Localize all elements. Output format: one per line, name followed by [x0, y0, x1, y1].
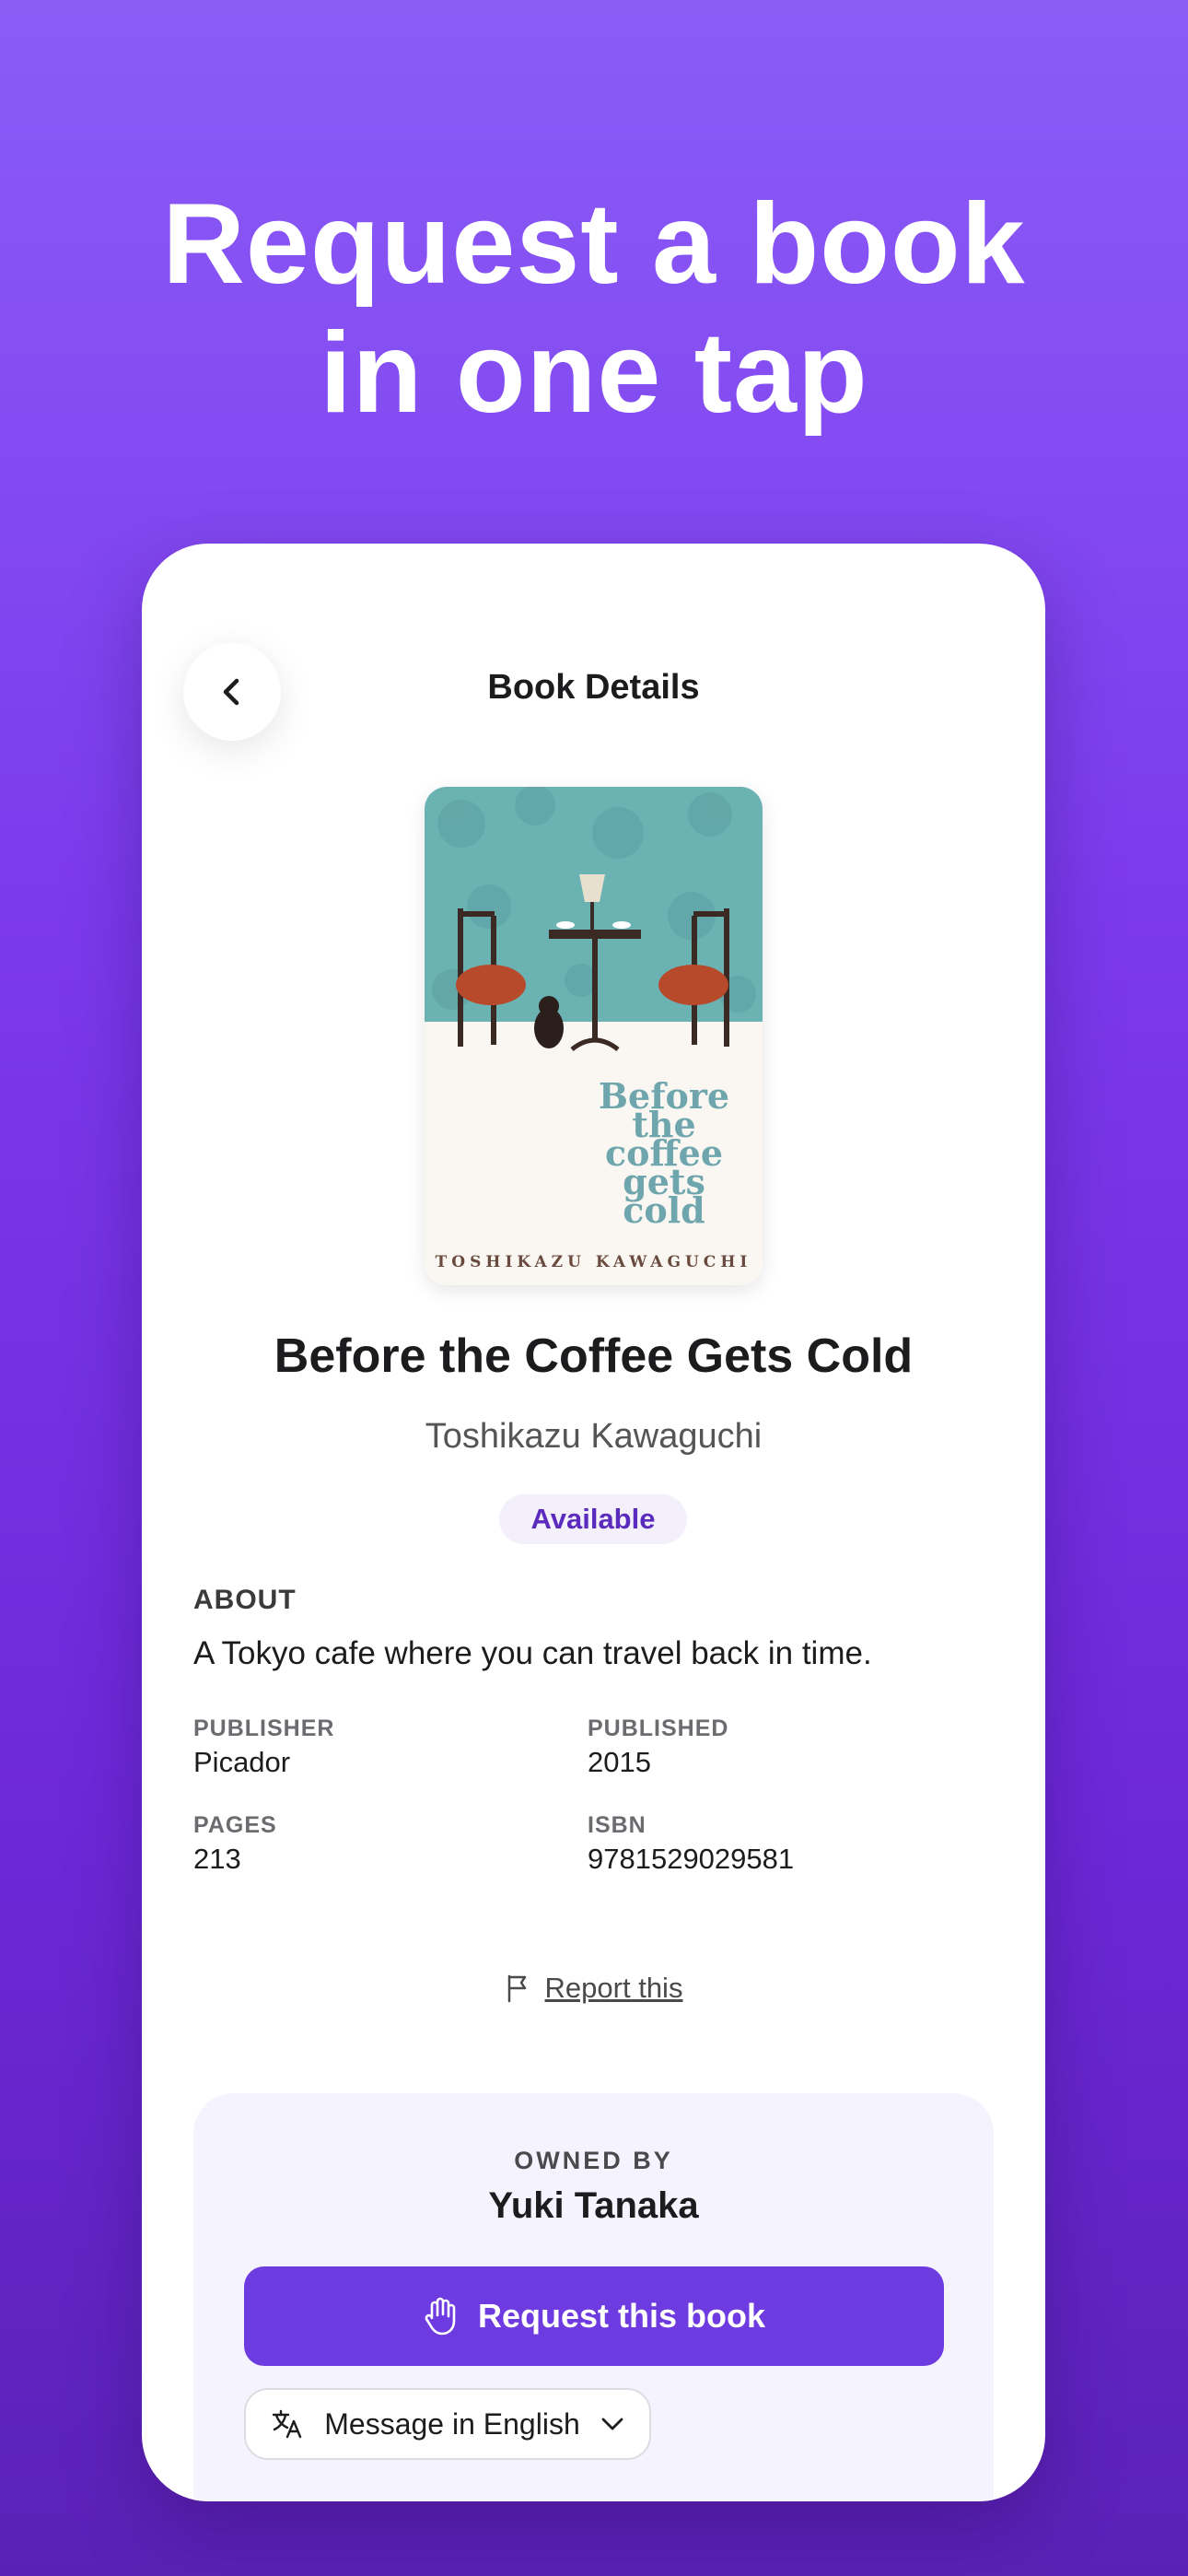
meta-isbn: ISBN 9781529029581	[588, 1812, 794, 1876]
publisher-label: PUBLISHER	[193, 1715, 335, 1741]
meta-pages: PAGES 213	[193, 1812, 277, 1876]
report-label: Report this	[544, 1972, 683, 2004]
about-label: ABOUT	[193, 1585, 297, 1615]
hand-icon	[425, 2297, 456, 2336]
pages-value: 213	[193, 1843, 241, 1875]
about-text: A Tokyo cafe where you can travel back i…	[193, 1635, 872, 1671]
request-book-label: Request this book	[477, 2297, 766, 2335]
status-badge: Available	[499, 1494, 687, 1544]
cover-author-text: TOSHIKAZU KAWAGUCHI	[435, 1253, 752, 1271]
message-language-dropdown[interactable]: Message in English	[244, 2388, 651, 2460]
publisher-value: Picador	[193, 1746, 291, 1778]
book-cover[interactable]: Before the coffee gets cold TOSHIKAZU KA…	[425, 787, 763, 1285]
headline-line-1: Request a book	[162, 181, 1026, 308]
flag-icon	[507, 1974, 526, 2003]
book-author: Toshikazu Kawaguchi	[425, 1417, 763, 1456]
published-value: 2015	[588, 1746, 651, 1778]
report-link[interactable]: Report this	[142, 1972, 1045, 2005]
meta-publisher: PUBLISHER Picador	[193, 1715, 334, 1779]
isbn-label: ISBN	[588, 1812, 646, 1838]
owner-card: OWNED BY Yuki Tanaka Request this book M…	[193, 2093, 994, 2501]
page-title: Book Details	[487, 668, 700, 707]
owner-name: Yuki Tanaka	[488, 2185, 699, 2226]
owned-by-label: OWNED BY	[514, 2147, 673, 2174]
cover-title-text: Before the coffee gets cold	[598, 1075, 730, 1231]
isbn-value: 9781529029581	[588, 1843, 795, 1875]
translate-icon	[273, 2409, 302, 2439]
headline: Request a book in one tap	[0, 180, 1188, 438]
message-language-label: Message in English	[324, 2406, 580, 2441]
request-book-button[interactable]: Request this book	[244, 2266, 944, 2366]
chevron-down-icon	[601, 2418, 623, 2430]
headline-line-2: in one tap	[320, 310, 868, 437]
phone-screen: Book Details Before the coffee gets cold…	[142, 544, 1045, 2501]
meta-published: PUBLISHED 2015	[588, 1715, 728, 1779]
pages-label: PAGES	[193, 1812, 277, 1838]
book-title: Before the Coffee Gets Cold	[274, 1329, 914, 1383]
published-label: PUBLISHED	[588, 1715, 729, 1741]
